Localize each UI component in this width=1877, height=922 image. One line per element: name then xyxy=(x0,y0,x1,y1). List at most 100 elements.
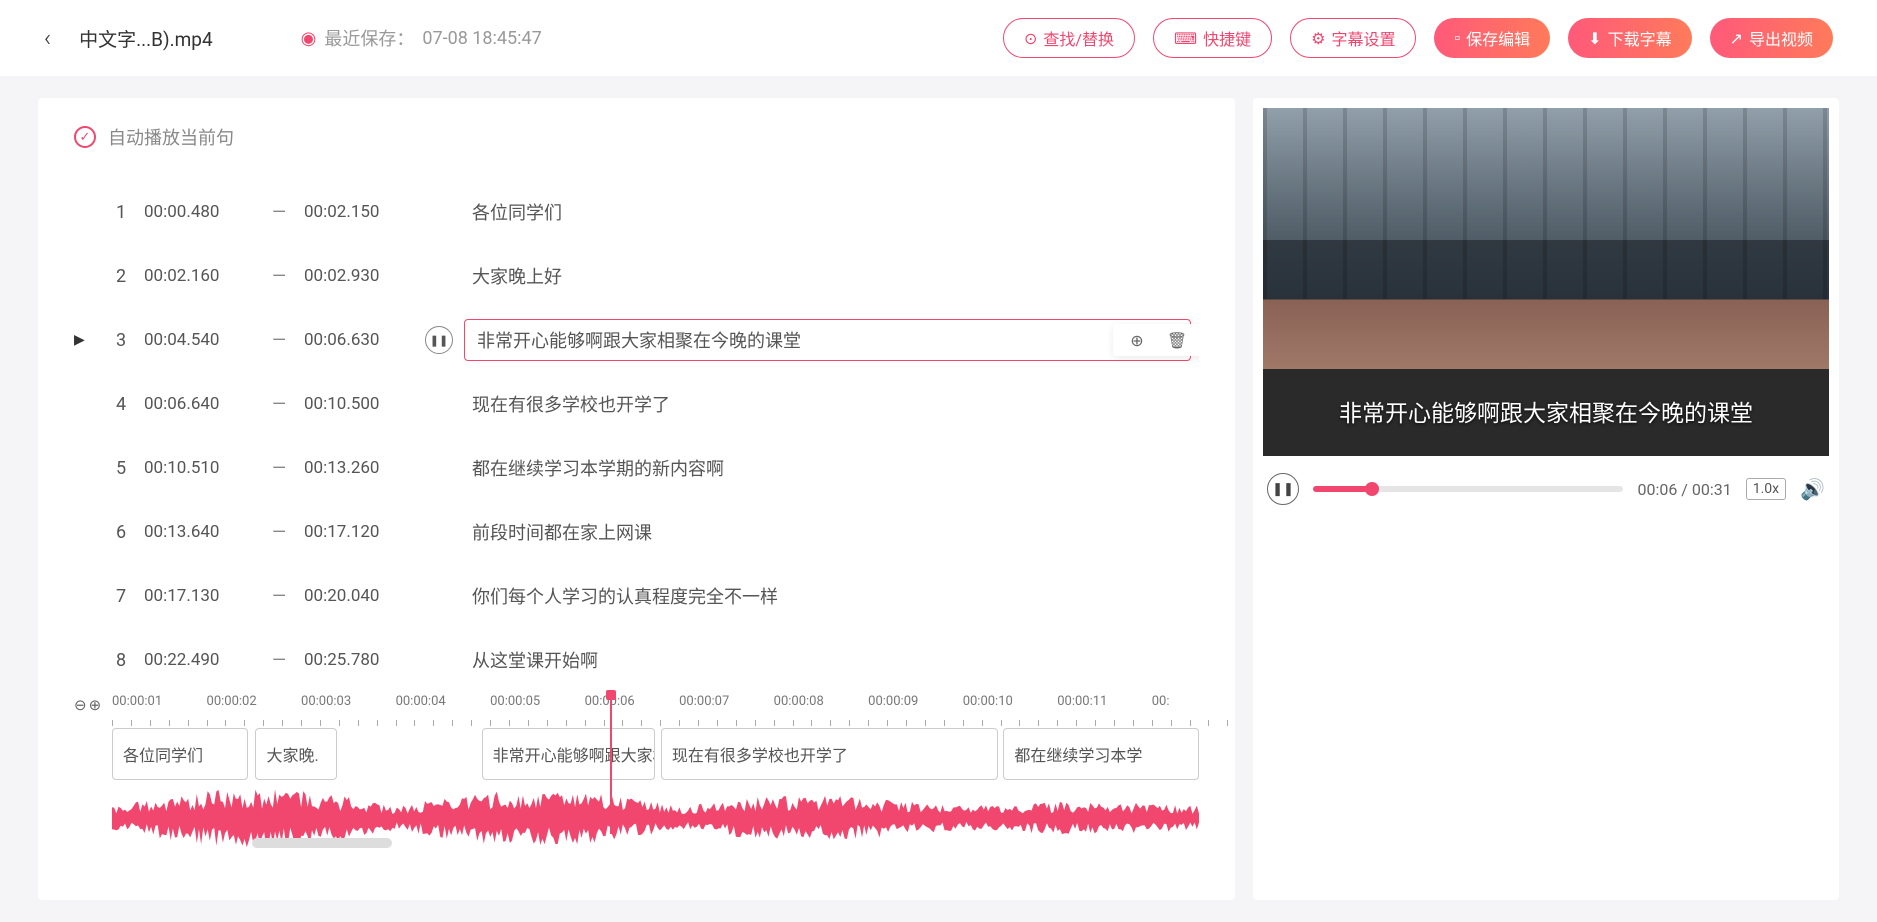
save-icon: ▫ xyxy=(1454,28,1460,48)
timeline: ⊖ ⊕ 00:00:0100:00:0200:00:0300:00:0400:0… xyxy=(74,694,1199,874)
ruler-tick: 00:00:04 xyxy=(396,694,446,709)
end-time[interactable]: 00:06.630 xyxy=(304,330,414,350)
download-subtitle-button[interactable]: ⬇下载字幕 xyxy=(1568,18,1691,58)
back-button[interactable]: ‹ xyxy=(44,24,51,52)
video-progress[interactable] xyxy=(1313,486,1623,492)
subtitle-text[interactable]: 前段时间都在家上网课 xyxy=(464,519,1191,545)
dash: — xyxy=(254,330,304,351)
find-replace-button[interactable]: ⊙查找/替换 xyxy=(1003,18,1135,58)
row-index: 4 xyxy=(98,394,144,415)
video-pause-button[interactable]: ❚❚ xyxy=(1267,473,1299,505)
video-overlay xyxy=(1263,108,1829,299)
dash: — xyxy=(254,650,304,671)
start-time[interactable]: 00:02.160 xyxy=(144,266,254,286)
ruler-tick: 00:00:07 xyxy=(679,694,729,709)
subtitle-text[interactable]: 都在继续学习本学期的新内容啊 xyxy=(464,455,1191,481)
end-time[interactable]: 00:10.500 xyxy=(304,394,414,414)
subtitle-text[interactable]: 现在有很多学校也开学了 xyxy=(464,391,1191,417)
gear-icon: ⚙ xyxy=(1311,29,1325,48)
row-index: 6 xyxy=(98,522,144,543)
dash: — xyxy=(254,458,304,479)
save-info[interactable]: ◉ 最近保存： 07-08 18:45:47 xyxy=(301,25,542,51)
subtitle-row[interactable]: ▶300:04.540—00:06.630❚❚ ⊕ 🗑 xyxy=(74,308,1191,372)
save-edit-button[interactable]: ▫保存编辑 xyxy=(1434,18,1550,58)
subtitle-editor: ✓ 自动播放当前句 100:00.480—00:02.150各位同学们200:0… xyxy=(38,98,1235,900)
timeline-scrollbar[interactable] xyxy=(252,838,392,848)
subtitle-row[interactable]: 200:02.160—00:02.930大家晚上好 xyxy=(74,244,1191,308)
end-time[interactable]: 00:20.040 xyxy=(304,586,414,606)
playback-speed[interactable]: 1.0x xyxy=(1746,478,1786,500)
row-index: 7 xyxy=(98,586,144,607)
ruler-tick: 00:00:03 xyxy=(301,694,351,709)
waveform[interactable]: ▾ xyxy=(112,788,1199,848)
start-time[interactable]: 00:13.640 xyxy=(144,522,254,542)
start-time[interactable]: 00:06.640 xyxy=(144,394,254,414)
subtitle-row[interactable]: 100:00.480—00:02.150各位同学们 xyxy=(74,180,1191,244)
keyboard-icon: ⌨ xyxy=(1174,29,1197,48)
video-controls: ❚❚ 00:06 / 00:31 1.0x 🔊 xyxy=(1263,464,1829,514)
playhead[interactable] xyxy=(610,694,612,834)
autoplay-label: 自动播放当前句 xyxy=(108,124,234,150)
timeline-clip[interactable]: 现在有很多学校也开学了 xyxy=(661,728,998,780)
dash: — xyxy=(254,394,304,415)
progress-thumb[interactable] xyxy=(1365,482,1379,496)
timeline-clip[interactable]: 都在继续学习本学 xyxy=(1003,728,1199,780)
subtitle-text[interactable]: 从这堂课开始啊 xyxy=(464,647,1191,673)
header-actions: ⊙查找/替换 ⌨快捷键 ⚙字幕设置 ▫保存编辑 ⬇下载字幕 ↗导出视频 xyxy=(1003,18,1833,58)
start-time[interactable]: 00:10.510 xyxy=(144,458,254,478)
shortcut-button[interactable]: ⌨快捷键 xyxy=(1153,18,1272,58)
start-time[interactable]: 00:04.540 xyxy=(144,330,254,350)
subtitle-row[interactable]: 700:17.130—00:20.040 你们每个人学习的认真程度完全不一样 xyxy=(74,564,1191,628)
subtitle-row[interactable]: 500:10.510—00:13.260都在继续学习本学期的新内容啊 xyxy=(74,436,1191,500)
filename: 中文字...B).mp4 xyxy=(79,25,213,52)
start-time[interactable]: 00:00.480 xyxy=(144,202,254,222)
timeline-clip[interactable]: 大家晚. xyxy=(255,728,337,780)
ruler-tick: 00:00:10 xyxy=(963,694,1013,709)
end-time[interactable]: 00:02.930 xyxy=(304,266,414,286)
video-preview[interactable]: 非常开心能够啊跟大家相聚在今晚的课堂 xyxy=(1263,108,1829,456)
ruler-tick: 00:00:05 xyxy=(490,694,540,709)
play-icon: ▶ xyxy=(74,332,98,348)
dash: — xyxy=(254,586,304,607)
timeline-clip[interactable]: 各位同学们 xyxy=(112,728,248,780)
subtitle-text[interactable]: 各位同学们 xyxy=(464,199,1191,225)
ruler-tick: 00:00:09 xyxy=(868,694,918,709)
start-time[interactable]: 00:22.490 xyxy=(144,650,254,670)
timeline-clip[interactable]: 非常开心能够啊跟大家相 xyxy=(482,728,656,780)
delete-button[interactable]: 🗑 xyxy=(1165,328,1189,352)
subtitle-text[interactable]: 你们每个人学习的认真程度完全不一样 xyxy=(464,583,1191,609)
timeline-clips[interactable]: ❚❚ 各位同学们大家晚.非常开心能够啊跟大家相现在有很多学校也开学了都在继续学习… xyxy=(112,728,1199,784)
download-icon: ⬇ xyxy=(1588,29,1601,48)
save-time: 07-08 18:45:47 xyxy=(422,28,541,49)
video-time: 00:06 / 00:31 xyxy=(1637,480,1731,499)
export-video-button[interactable]: ↗导出视频 xyxy=(1710,18,1833,58)
video-subtitle-overlay: 非常开心能够啊跟大家相聚在今晚的课堂 xyxy=(1263,394,1829,428)
end-time[interactable]: 00:02.150 xyxy=(304,202,414,222)
ruler-tick: 00:00:11 xyxy=(1057,694,1107,709)
subtitle-row[interactable]: 800:22.490—00:25.780从这堂课开始啊 xyxy=(74,628,1191,686)
timeline-ruler[interactable]: ⊖ ⊕ 00:00:0100:00:0200:00:0300:00:0400:0… xyxy=(112,694,1199,720)
subtitle-settings-button[interactable]: ⚙字幕设置 xyxy=(1290,18,1416,58)
end-time[interactable]: 00:13.260 xyxy=(304,458,414,478)
end-time[interactable]: 00:17.120 xyxy=(304,522,414,542)
row-index: 3 xyxy=(98,330,144,351)
check-icon: ✓ xyxy=(74,126,96,148)
zoom-out-button[interactable]: ⊖ xyxy=(74,696,87,714)
subtitle-input[interactable] xyxy=(464,319,1191,361)
end-time[interactable]: 00:25.780 xyxy=(304,650,414,670)
search-icon: ⊙ xyxy=(1024,29,1037,48)
subtitle-row[interactable]: 400:06.640—00:10.500 现在有很多学校也开学了 xyxy=(74,372,1191,436)
start-time[interactable]: 00:17.130 xyxy=(144,586,254,606)
clock-icon: ◉ xyxy=(301,28,317,49)
zoom-controls: ⊖ ⊕ xyxy=(74,696,101,714)
subtitle-text[interactable]: 大家晚上好 xyxy=(464,263,1191,289)
volume-icon[interactable]: 🔊 xyxy=(1800,477,1825,501)
subtitle-row[interactable]: 600:13.640—00:17.120前段时间都在家上网课 xyxy=(74,500,1191,564)
zoom-in-button[interactable]: ⊕ xyxy=(89,696,102,714)
add-button[interactable]: ⊕ xyxy=(1125,328,1149,352)
header: ‹ 中文字...B).mp4 ◉ 最近保存： 07-08 18:45:47 ⊙查… xyxy=(0,0,1877,76)
autoplay-toggle[interactable]: ✓ 自动播放当前句 xyxy=(74,124,1199,150)
row-pause[interactable]: ❚❚ xyxy=(414,326,464,354)
progress-fill xyxy=(1313,486,1372,492)
export-icon: ↗ xyxy=(1730,29,1743,48)
